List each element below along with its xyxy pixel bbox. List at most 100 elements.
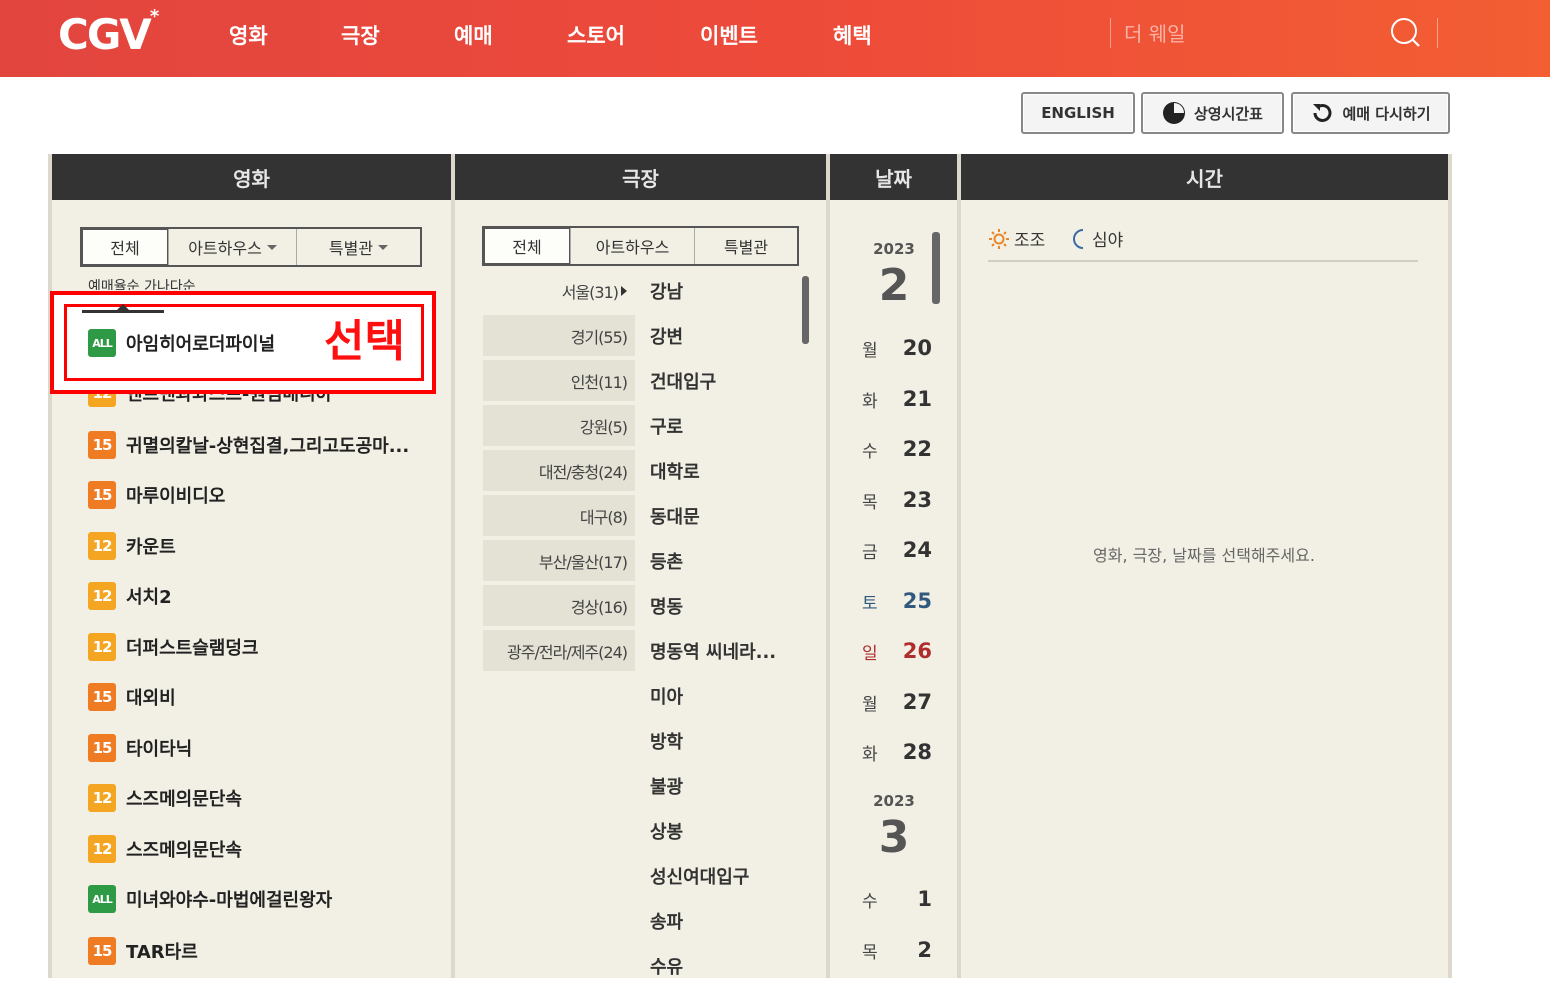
day-number: 24 [902, 538, 932, 562]
search-icon[interactable] [1388, 16, 1422, 50]
day-of-week: 토 [862, 593, 878, 614]
column-divider [48, 154, 52, 978]
date-item[interactable]: 목2 [862, 932, 932, 968]
movie-title: 타이타닉 [126, 739, 193, 760]
day-number: 1 [917, 887, 932, 911]
movie-list-item[interactable]: 12 더퍼스트슬램덩크 [88, 632, 258, 662]
theater-scrollbar[interactable] [802, 276, 809, 344]
tab-theater-arthouse[interactable]: 아트하우스 [570, 228, 694, 264]
search-divider-left [1110, 18, 1111, 48]
rating-badge: 15 [88, 481, 116, 509]
day-of-week: 월 [862, 340, 878, 361]
day-of-week: 화 [862, 744, 878, 765]
date-item[interactable]: 월 27 [862, 684, 932, 720]
region-item[interactable]: 강원(5) [483, 405, 635, 446]
date-item[interactable]: 수 22 [862, 431, 932, 467]
movie-list-item[interactable]: 15 마루이비디오 [88, 480, 225, 510]
theater-item[interactable]: 성신여대입구 [650, 861, 749, 891]
day-number: 20 [902, 336, 932, 360]
english-button-label: ENGLISH [1041, 104, 1115, 122]
rating-badge: 15 [88, 683, 116, 711]
tab-movie-special[interactable]: 특별관 [296, 229, 420, 265]
date-item[interactable]: 금 24 [862, 532, 932, 568]
movie-title: TAR타르 [126, 942, 198, 963]
nav-item-movie[interactable]: 영화 [229, 20, 268, 50]
movie-list-item[interactable]: 15 TAR타르 [88, 936, 198, 966]
night-label: 심야 [1092, 231, 1124, 251]
theater-item[interactable]: 미아 [650, 681, 683, 711]
column-divider [826, 154, 830, 978]
region-item[interactable]: 인천(11) [483, 360, 635, 401]
theater-item[interactable]: 상봉 [650, 816, 683, 846]
search-divider-right [1437, 18, 1438, 48]
nav-item-benefit[interactable]: 혜택 [833, 20, 872, 50]
day-of-week: 수 [862, 441, 878, 462]
theater-item[interactable]: 등촌 [650, 546, 683, 576]
rating-badge: 12 [88, 784, 116, 812]
theater-item[interactable]: 방학 [650, 726, 683, 756]
date-scrollbar[interactable] [932, 232, 940, 304]
theater-item[interactable]: 수유 [650, 951, 683, 981]
date-item[interactable]: 일 26 [862, 633, 932, 669]
day-number: 26 [902, 639, 932, 663]
nav-item-theater[interactable]: 극장 [341, 20, 380, 50]
movie-list-item[interactable]: 15 타이타닉 [88, 733, 192, 763]
theater-item[interactable]: 강변 [650, 321, 683, 351]
movie-list-item[interactable]: 12 스즈메의문단속 [88, 783, 242, 813]
nav-item-store[interactable]: 스토어 [567, 20, 625, 50]
theater-item[interactable]: 송파 [650, 906, 683, 936]
region-item[interactable]: 대구(8) [483, 495, 635, 536]
movie-list-item[interactable]: 15 대외비 [88, 682, 176, 712]
date-item[interactable]: 목 23 [862, 482, 932, 518]
region-item[interactable]: 경상(16) [483, 585, 635, 626]
region-item[interactable]: 광주/전라/제주(24) [483, 630, 635, 671]
movie-list-item[interactable]: ALL 미녀와야수-마법에걸린왕자 [88, 884, 332, 914]
date-item[interactable]: 화 28 [862, 734, 932, 770]
movie-sort-options[interactable]: 예매율순 가나다순 [88, 276, 196, 290]
day-number: 25 [902, 589, 932, 613]
restart-booking-button[interactable]: 예매 다시하기 [1291, 92, 1450, 134]
date-item[interactable]: 월 20 [862, 330, 932, 366]
tab-movie-all[interactable]: 전체 [82, 229, 168, 265]
theater-item[interactable]: 구로 [650, 411, 683, 441]
theater-item[interactable]: 건대입구 [650, 366, 716, 396]
day-number: 2 [917, 938, 932, 962]
theater-item[interactable]: 명동역 씨네라... [650, 636, 776, 666]
schedule-button[interactable]: 상영시간표 [1141, 92, 1284, 134]
date-item[interactable]: 토 25 [862, 583, 932, 619]
refresh-icon [1313, 104, 1332, 122]
day-of-week: 목 [862, 492, 878, 513]
nav-item-event[interactable]: 이벤트 [700, 20, 758, 50]
movie-title: 아임히어로더파이널 [126, 334, 276, 355]
movie-list-item[interactable]: 12 카운트 [88, 531, 176, 561]
region-item[interactable]: 부산/울산(17) [483, 540, 635, 581]
selected-movie-item[interactable]: ALL 아임히어로더파이널 [88, 328, 275, 358]
theater-item[interactable]: 불광 [650, 771, 683, 801]
region-item[interactable]: 경기(55) [483, 315, 635, 356]
movie-list-item[interactable]: 12 서치2 [88, 581, 172, 611]
search-input[interactable] [1124, 16, 1374, 52]
region-item[interactable]: 서울(31) [483, 270, 635, 311]
movie-list-item[interactable]: 15 귀멸의칼날-상현집결,그리고도공마... [88, 430, 409, 460]
tab-movie-arthouse[interactable]: 아트하우스 [168, 229, 296, 265]
english-button[interactable]: ENGLISH [1021, 92, 1135, 134]
day-of-week: 목 [862, 942, 878, 963]
tab-label: 아트하우스 [595, 238, 670, 257]
movie-list-item[interactable]: 12 스즈메의문단속 [88, 834, 242, 864]
date-item[interactable]: 화 21 [862, 381, 932, 417]
tab-theater-special[interactable]: 특별관 [694, 228, 797, 264]
date-item[interactable]: 수1 [862, 881, 932, 917]
theater-item[interactable]: 강남 [650, 276, 683, 306]
region-item[interactable]: 대전/충청(24) [483, 450, 635, 491]
theater-item[interactable]: 동대문 [650, 501, 700, 531]
region-label: 부산/울산(17) [538, 552, 628, 572]
cgv-logo[interactable]: CGV* [58, 6, 159, 60]
logo-mark: * [149, 6, 160, 27]
theater-item[interactable]: 대학로 [650, 456, 700, 486]
top-navigation-bar: CGV* 영화 극장 예매 스토어 이벤트 혜택 [0, 0, 1550, 77]
nav-item-booking[interactable]: 예매 [454, 20, 493, 50]
theater-item[interactable]: 명동 [650, 591, 683, 621]
tab-theater-all[interactable]: 전체 [484, 228, 570, 264]
movie-title: 대외비 [126, 688, 176, 709]
region-label: 광주/전라/제주(24) [507, 642, 628, 662]
